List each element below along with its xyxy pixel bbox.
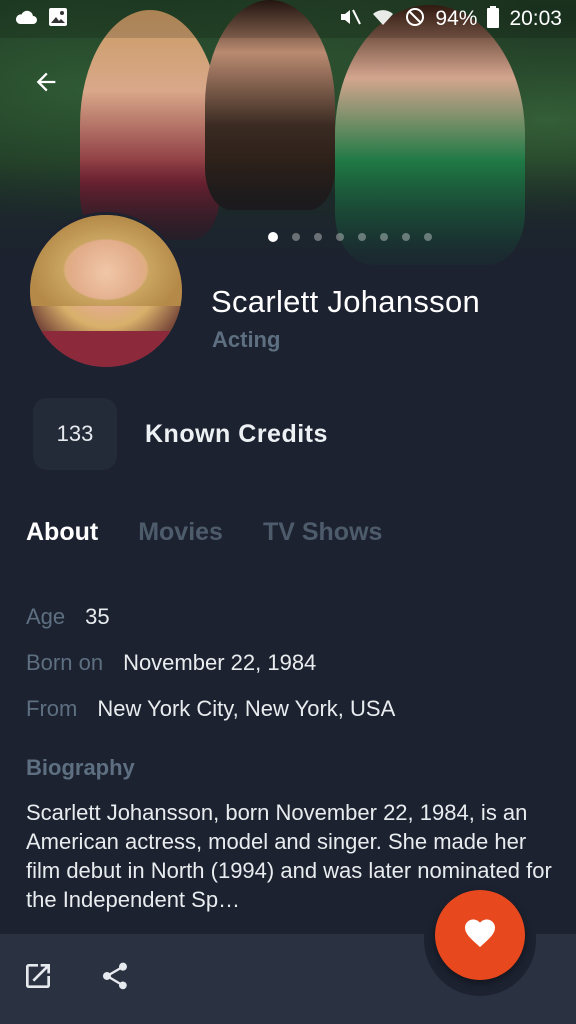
- carousel-dot[interactable]: [424, 233, 432, 241]
- tab-movies[interactable]: Movies: [138, 518, 223, 547]
- tab-about[interactable]: About: [26, 518, 98, 547]
- carousel-dot[interactable]: [336, 233, 344, 241]
- open-external-button[interactable]: [16, 956, 60, 1000]
- from-label: From: [26, 696, 78, 721]
- arrow-left-icon: [32, 68, 60, 101]
- status-right: 94% 20:03: [339, 5, 562, 33]
- carousel-dot[interactable]: [358, 233, 366, 241]
- wifi-icon: [371, 7, 395, 32]
- carousel-dot[interactable]: [314, 233, 322, 241]
- clock: 20:03: [509, 7, 562, 30]
- mute-icon: [339, 7, 362, 32]
- share-button[interactable]: [93, 956, 137, 1000]
- credits-label: Known Credits: [145, 420, 328, 448]
- favorite-button[interactable]: [435, 890, 525, 980]
- avatar: [27, 212, 185, 370]
- info-row-from: From New York City, New York, USA: [26, 696, 395, 722]
- battery-icon: [487, 5, 500, 33]
- status-left: [14, 7, 68, 32]
- back-button[interactable]: [26, 64, 66, 104]
- cloud-icon: [14, 9, 38, 30]
- carousel-dot[interactable]: [380, 233, 388, 241]
- open-external-icon: [22, 960, 54, 997]
- carousel-dot[interactable]: [268, 232, 278, 242]
- heart-icon: [462, 915, 498, 956]
- share-icon: [99, 960, 131, 997]
- carousel-dot[interactable]: [402, 233, 410, 241]
- from-value: New York City, New York, USA: [97, 696, 396, 721]
- born-label: Born on: [26, 650, 104, 675]
- age-label: Age: [26, 604, 66, 629]
- age-value: 35: [85, 604, 110, 629]
- status-bar: 94% 20:03: [0, 0, 576, 38]
- image-notification-icon: [48, 7, 68, 32]
- carousel-indicator: [268, 232, 432, 242]
- info-row-age: Age 35: [26, 604, 110, 630]
- do-not-disturb-icon: [405, 7, 425, 32]
- avatar-hair: [30, 215, 182, 307]
- avatar-shirt: [30, 330, 182, 367]
- person-name: Scarlett Johansson: [211, 284, 481, 319]
- battery-percent: 94%: [435, 7, 478, 30]
- tab-bar: About Movies TV Shows: [26, 518, 382, 547]
- info-row-born: Born on November 22, 1984: [26, 650, 316, 676]
- born-value: November 22, 1984: [123, 650, 317, 675]
- person-department: Acting: [212, 327, 281, 352]
- biography-label: Biography: [26, 755, 135, 780]
- tab-tv-shows[interactable]: TV Shows: [263, 518, 382, 547]
- credits-count-badge: 133: [33, 398, 117, 470]
- carousel-dot[interactable]: [292, 233, 300, 241]
